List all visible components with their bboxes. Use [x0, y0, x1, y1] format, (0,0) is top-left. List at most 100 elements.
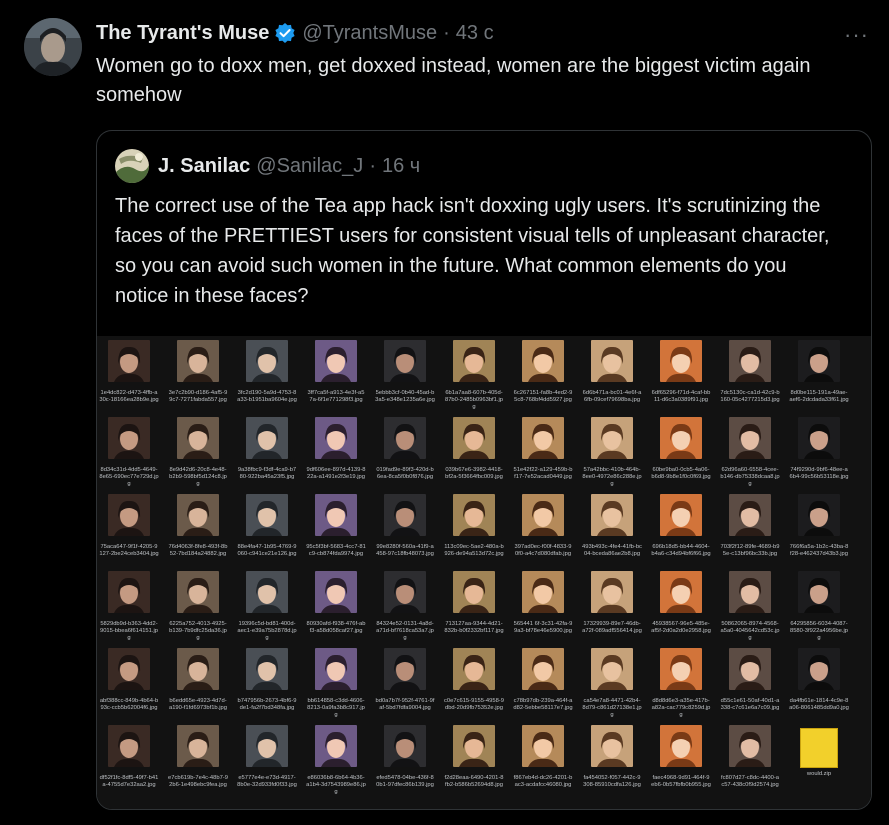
quote-timestamp[interactable]: 16 ч [382, 155, 420, 178]
image-file-item[interactable]: b6edd65e-4923-4d7d-a190-f1fd6973bf1b.jpg [168, 648, 228, 712]
file-name-label: 6c267151-fa8b-4ed2-95c8-768bf4dd5927.jpg [513, 390, 573, 403]
image-file-item[interactable]: efed5478-04be-436f-80b1-97dfec86b139.jpg [375, 725, 435, 789]
photo-thumbnail [453, 494, 495, 536]
image-file-item[interactable]: faec4968-9d91-464f-9eb6-0b57fbfb0b955.jp… [651, 725, 711, 789]
image-file-item[interactable]: 76d4063f-8fe8-493f-8b52-7bd184a24882.jpg [168, 494, 228, 558]
image-file-item[interactable]: 7dc5130c-ca1d-42c9-b160-05c4277215d3.jpg [720, 340, 780, 404]
image-file-item[interactable]: 9a38fbc9-f3df-4ca9-b780-922ba45a23f5.jpg [237, 417, 297, 481]
quote-author-handle[interactable]: @Sanilac_J [256, 155, 363, 178]
image-file-item[interactable]: 6df65296-f71d-4caf-bb11-d6c3a0389f91.jpg [651, 340, 711, 404]
image-file-item[interactable]: 88e4fa47-1b95-4769-9060-c941ce21e126.jpg [237, 494, 297, 558]
file-name-label: 88e4fa47-1b95-4769-9060-c941ce21e126.jpg [237, 544, 297, 557]
image-file-item[interactable]: e5777e4e-e73d-4917-8b0e-32d933fd0f33.jpg [237, 725, 297, 789]
image-file-item[interactable]: 5ebbb3cf-0b40-45ad-b3a5-e348e1235a6e.jpg [375, 340, 435, 404]
photo-thumbnail [798, 648, 840, 690]
image-file-item[interactable]: 8d0be115-191a-49ae-aef6-2dcdada33f61.jpg [789, 340, 849, 404]
image-file-item[interactable]: 703f2f12-89fe-4689-b95e-c13bf96bc33b.jpg [720, 494, 780, 558]
image-file-item[interactable]: c0e7c615-9155-4958-9dbd-20d9fb75352e.jpg [444, 648, 504, 712]
image-file-item[interactable]: 019fad9e-89f3-420d-b6ea-8ca5f0b0f876.jpg [375, 417, 435, 481]
photo-thumbnail [315, 571, 357, 613]
image-file-item[interactable]: 3e7c2b90-d186-4af5-99c7-7271fabda557.jpg [168, 340, 228, 404]
image-file-item[interactable]: 60be9ba0-0cb5-4a06-b6d8-9b8e1f0c0f69.jpg [651, 417, 711, 481]
image-file-item[interactable]: 8d34c31d-4dd5-4649-8e65-690ec77e729d.jpg [99, 417, 159, 488]
image-file-item[interactable]: fa454052-f057-442c-9308-85910cdfa126.jpg [582, 725, 642, 789]
file-name-label: 3e7c2b90-d186-4af5-99c7-7271fabda557.jpg [168, 390, 228, 403]
image-file-item[interactable]: 57a42bbc-410b-464b-8ee0-4972e86c288e.jpg [582, 417, 642, 488]
image-file-item[interactable]: 565441 6f-3c31-42fa-99a3-bf78e46e5900.jp… [513, 571, 573, 635]
more-horizontal-icon[interactable]: ··· [844, 22, 869, 48]
avatar[interactable] [24, 18, 82, 76]
image-file-item[interactable]: e7cb619b-7e4c-48b7-92b6-1e498ebc9fea.jpg [168, 725, 228, 789]
image-file-item[interactable]: 6b1a7aa8-607b-405d-87b0-2485b0963bf1.jpg [444, 340, 504, 411]
separator-dot: · [369, 154, 376, 177]
image-file-item[interactable]: fc807d27-c8dc-4400-ac57-438c0f9d2574.jpg [720, 725, 780, 789]
image-file-item[interactable]: 113c09ec-5ae2-480a-b926-de94a513d72c.jpg [444, 494, 504, 558]
author-name[interactable]: The Tyrant's Muse [96, 22, 269, 45]
image-file-item[interactable]: f867eb4d-dc26-4201-bac3-acdafcc46080.jpg [513, 725, 573, 789]
image-file-item[interactable]: da4fb61e-1814-4c9e-8a06-8061485dd9a0.jpg [789, 648, 849, 712]
image-file-item[interactable]: 493b493c-4fe4-41fb-bc04-bceda86ae2b8.jpg [582, 494, 642, 558]
image-file-item[interactable]: 51e42f22-a129-459b-bf17-7e52acad0449.jpg [513, 417, 573, 481]
file-name-label: 039b67e6-3982-4418-bf2a-5f3664fbc009.jpg [445, 467, 503, 480]
file-name-label: 6df65296-f71d-4caf-bb11-d6c3a0389f91.jpg [651, 390, 711, 403]
image-file-item[interactable]: 62d96a60-6558-4cee-b146-db75338dcaa8.jpg [720, 417, 780, 488]
image-file-item[interactable]: 74f9290d-9bf6-48ee-a6b4-99c56b53118e.jpg [789, 417, 849, 481]
image-file-item[interactable]: 45938567-96e5-485e-af5f-2d0a2d0e2958.jpg [651, 571, 711, 635]
file-name-label: 6b1a7aa8-607b-405d-87b0-2485b0963bf1.jpg [444, 390, 504, 410]
image-file-item[interactable]: 6d6b471a-bc01-4e6f-a6fb-09cef79698ba.jpg [582, 340, 642, 404]
image-file-item[interactable]: 6c267151-fa8b-4ed2-95c8-768bf4dd5927.jpg [513, 340, 573, 404]
image-file-item[interactable]: 64295856-6034-4087-8580-3f922a4956be.jpg [789, 571, 849, 642]
zip-file-item[interactable]: would.zip [789, 725, 849, 778]
image-file-item[interactable]: bd0a7b7f-952f-4761-9faf-5bd7fdfa9004.jpg [375, 648, 435, 712]
file-name-label: 62d96a60-6558-4cee-b146-db75338dcaa8.jpg [720, 467, 780, 487]
image-file-item[interactable]: 039b67e6-3982-4418-bf2a-5f3664fbc009.jpg [444, 417, 504, 481]
attached-image-file-grid[interactable]: 1e4dc822-d473-4ffb-a30c-18166ea28b9e.jpg… [97, 336, 871, 809]
image-file-item[interactable]: 696b18d5-bb44-4604-b4a6-c34d94bf6f66.jpg [651, 494, 711, 558]
image-file-item[interactable]: 17329939-89e7-46db-a72f-089adf556414.jpg [582, 571, 642, 635]
image-file-item[interactable]: d55c1e61-50af-40d1-a338-c7c61e6a7c09.jpg [720, 648, 780, 712]
image-file-item[interactable]: 75aca647-9f1f-4205-9127-2be24ceb3404.jpg [99, 494, 159, 558]
image-file-item[interactable]: 9df606ee-897d-4139-822a-a1491e2f3e19.jpg [306, 417, 366, 481]
tweet[interactable]: The Tyrant's Muse @TyrantsMuse · 43 с ··… [0, 0, 889, 825]
image-file-item[interactable]: 6225a752-4013-4925-b139-7b9dfc25da36.jpg [168, 571, 228, 642]
quote-author-name[interactable]: J. Sanilac [158, 155, 250, 178]
image-file-item[interactable]: c78b97db-239a-464f-ad82-5ebbe58117e7.jpg [513, 648, 573, 712]
file-name-label: efed5478-04be-436f-80b1-97dfec86b139.jpg [376, 775, 434, 788]
image-file-item[interactable]: 80930afd-f938-476f-abf3-a58d058caf27.jpg [306, 571, 366, 635]
image-file-item[interactable]: e86036b8-6b64-4b36-a1b4-3d7543989e86.jpg [306, 725, 366, 796]
image-file-item[interactable]: 99e8280f-560a-41f9-a458-97c18fb48073.jpg [375, 494, 435, 558]
file-name-label: 1e4dc822-d473-4ffb-a30c-18166ea28b9e.jpg [99, 390, 159, 403]
quote-avatar[interactable] [115, 149, 149, 183]
separator-dot: · [443, 21, 450, 44]
image-file-item[interactable]: 713127aa-9344-4d21-832b-b0f2332bf117.jpg [444, 571, 504, 635]
image-file-item[interactable]: 50862065-8974-4568-a5a0-4045642cd53c.jpg [720, 571, 780, 642]
image-file-item[interactable]: 84324e52-0131-4a8d-a71d-bf7618ca53a7.jpg [375, 571, 435, 642]
image-file-item[interactable]: 766f6a5a-1b2c-43ba-8f28-e462437d43b3.jpg [789, 494, 849, 558]
photo-thumbnail [591, 725, 633, 767]
image-file-item[interactable]: 8e9d42d6-20c8-4e48-b2b9-598bf5d124c8.jpg [168, 417, 228, 488]
timestamp[interactable]: 43 с [456, 22, 494, 45]
photo-thumbnail [729, 417, 771, 459]
image-file-item[interactable]: 1e4dc822-d473-4ffb-a30c-18166ea28b9e.jpg [99, 340, 159, 404]
photo-thumbnail [315, 648, 357, 690]
image-file-item[interactable]: 397ad0ec-f00f-4833-90f0-a4c7d080dfab.jpg [513, 494, 573, 558]
image-file-item[interactable]: abf388cc-849b-4b64-b93c-ccb5b62004f6.jpg [99, 648, 159, 712]
image-file-item[interactable]: 3ff7ca5f-a913-4e3f-a57a-6f1e771298f3.jpg [306, 340, 366, 404]
image-file-item[interactable]: d8d8d6e3-a35e-417b-a82a-cac779c8259d.jpg [651, 648, 711, 719]
image-file-item[interactable]: 95c5f3bf-5683-4cc7-81c9-cb874fda9974.jpg [306, 494, 366, 558]
image-file-item[interactable]: 3fc2d190-5a9d-4753-8a33-b1951ba9604e.jpg [237, 340, 297, 404]
image-file-item[interactable]: b747956b-2673-4bf6-9de1-fa2f7bd348fa.jpg [237, 648, 297, 712]
quoted-tweet[interactable]: J. Sanilac @Sanilac_J · 16 ч The correct… [96, 130, 872, 810]
image-file-item[interactable]: f2d28eaa-6490-4201-8fb2-b586b52694d8.jpg [444, 725, 504, 789]
image-file-item[interactable]: ca54e7a8-4471-42b4-8d79-c861d27138e1.jpg [582, 648, 642, 719]
file-name-label: 75aca647-9f1f-4205-9127-2be24ceb3404.jpg [99, 544, 159, 557]
image-file-item[interactable]: df52f1fc-8df5-49f7-b41a-4755d7e32aa2.jpg [99, 725, 159, 789]
image-file-item[interactable]: bb614858-c3dd-4606-8213-0a9fa3b8c917.jpg [306, 648, 366, 719]
image-file-item[interactable]: 19396c5d-bd81-400d-aec1-e39a75b2878d.jpg [237, 571, 297, 642]
author-handle[interactable]: @TyrantsMuse [302, 22, 437, 45]
image-file-item[interactable]: 5829db9d-b363-4dd2-9015-bbea6f614151.jpg [99, 571, 159, 642]
photo-thumbnail [108, 725, 150, 767]
photo-thumbnail [660, 340, 702, 382]
file-name-label: 99e8280f-560a-41f9-a458-97c18fb48073.jpg [376, 544, 434, 557]
photo-thumbnail [384, 494, 426, 536]
